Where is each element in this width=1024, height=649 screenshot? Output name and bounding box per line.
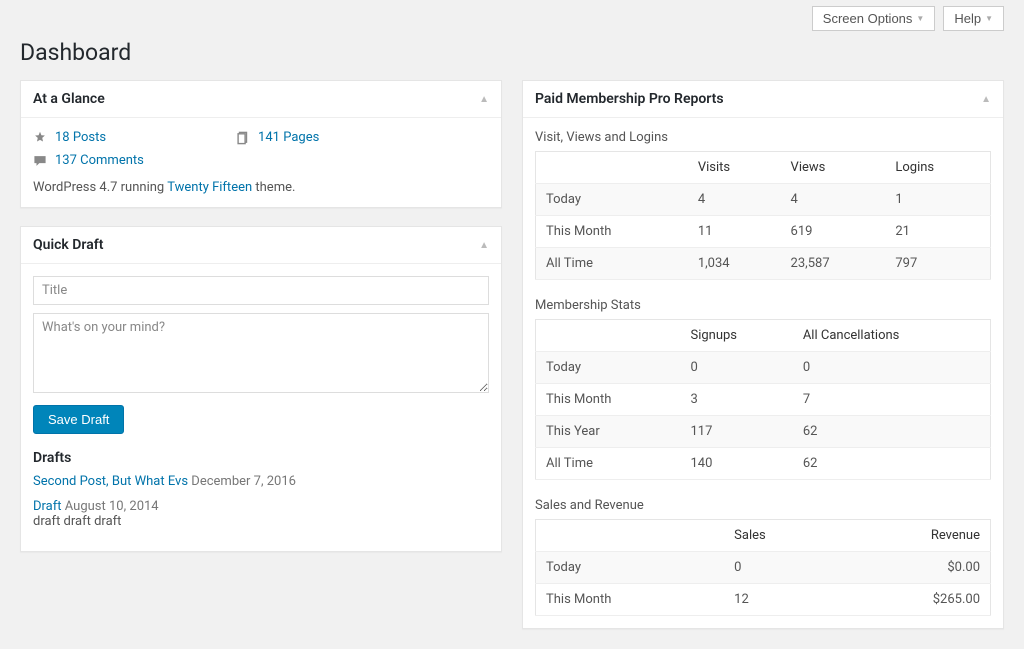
pmpro-title: Paid Membership Pro Reports <box>535 91 724 107</box>
membership-table: Signups All Cancellations Today00 This M… <box>535 319 991 480</box>
table-row: Today00 <box>536 352 991 384</box>
sales-section: Sales and Revenue Sales Revenue Today0$0… <box>535 498 991 616</box>
draft-link[interactable]: Second Post, But What Evs <box>33 474 188 489</box>
th-blank <box>536 320 681 352</box>
th-views: Views <box>781 152 886 184</box>
at-a-glance-header: At a Glance ▲ <box>21 81 501 118</box>
visits-heading: Visit, Views and Logins <box>535 130 991 145</box>
th-signups: Signups <box>680 320 792 352</box>
drafts-section: Drafts Second Post, But What Evs Decembe… <box>33 450 489 529</box>
th-logins: Logins <box>885 152 990 184</box>
membership-heading: Membership Stats <box>535 298 991 313</box>
quick-draft-title: Quick Draft <box>33 237 103 253</box>
collapse-toggle[interactable]: ▲ <box>479 94 489 105</box>
glance-row-2: 137 Comments <box>33 153 489 168</box>
right-column: Paid Membership Pro Reports ▲ Visit, Vie… <box>522 80 1004 629</box>
glance-posts: 18 Posts <box>33 130 106 145</box>
draft-item: Second Post, But What Evs December 7, 20… <box>33 474 489 489</box>
collapse-toggle[interactable]: ▲ <box>479 240 489 251</box>
screen-options-label: Screen Options <box>823 11 913 26</box>
version-suffix: theme. <box>252 180 295 195</box>
left-column: At a Glance ▲ 18 Posts 141 Pag <box>20 80 502 552</box>
th-cancellations: All Cancellations <box>793 320 991 352</box>
collapse-toggle[interactable]: ▲ <box>981 94 991 105</box>
pin-icon <box>33 131 47 145</box>
drafts-heading: Drafts <box>33 450 489 466</box>
save-draft-button[interactable]: Save Draft <box>33 405 124 434</box>
glance-comments: 137 Comments <box>33 153 144 168</box>
posts-link[interactable]: 18 Posts <box>55 130 106 145</box>
pmpro-header: Paid Membership Pro Reports ▲ <box>523 81 1003 118</box>
membership-section: Membership Stats Signups All Cancellatio… <box>535 298 991 480</box>
help-label: Help <box>954 11 981 26</box>
theme-link[interactable]: Twenty Fifteen <box>167 180 252 195</box>
th-blank <box>536 152 688 184</box>
table-row: Today441 <box>536 184 991 216</box>
draft-content-textarea[interactable] <box>33 313 489 393</box>
screen-options-button[interactable]: Screen Options ▼ <box>812 6 936 31</box>
glance-row-1: 18 Posts 141 Pages <box>33 130 489 145</box>
table-row: This Month37 <box>536 384 991 416</box>
table-row: All Time1,03423,587797 <box>536 248 991 280</box>
chevron-down-icon: ▼ <box>985 14 993 23</box>
th-sales: Sales <box>724 520 837 552</box>
draft-link[interactable]: Draft <box>33 499 62 514</box>
table-row: This Year11762 <box>536 416 991 448</box>
draft-item: Draft August 10, 2014 draft draft draft <box>33 499 489 529</box>
sales-heading: Sales and Revenue <box>535 498 991 513</box>
th-blank <box>536 520 725 552</box>
visits-table: Visits Views Logins Today441 This Month1… <box>535 151 991 280</box>
draft-date: December 7, 2016 <box>191 474 296 489</box>
at-a-glance-box: At a Glance ▲ 18 Posts 141 Pag <box>20 80 502 208</box>
table-row: Today0$0.00 <box>536 552 991 584</box>
chevron-down-icon: ▼ <box>916 14 924 23</box>
comment-icon <box>33 154 47 168</box>
comments-link[interactable]: 137 Comments <box>55 153 144 168</box>
pages-link[interactable]: 141 Pages <box>258 130 319 145</box>
sales-table: Sales Revenue Today0$0.00 This Month12$2… <box>535 519 991 616</box>
visits-section: Visit, Views and Logins Visits Views Log… <box>535 130 991 280</box>
pages-icon <box>236 131 250 145</box>
dashboard-columns: At a Glance ▲ 18 Posts 141 Pag <box>20 80 1004 629</box>
quick-draft-body: Save Draft Drafts Second Post, But What … <box>21 264 501 551</box>
draft-title-input[interactable] <box>33 276 489 305</box>
help-button[interactable]: Help ▼ <box>943 6 1004 31</box>
quick-draft-box: Quick Draft ▲ Save Draft Drafts Second P… <box>20 226 502 552</box>
at-a-glance-title: At a Glance <box>33 91 105 107</box>
version-prefix: WordPress 4.7 running <box>33 180 167 195</box>
wordpress-version: WordPress 4.7 running Twenty Fifteen the… <box>33 180 489 195</box>
th-visits: Visits <box>688 152 781 184</box>
quick-draft-header: Quick Draft ▲ <box>21 227 501 264</box>
page-title: Dashboard <box>20 39 1004 66</box>
at-a-glance-body: 18 Posts 141 Pages 137 Comments <box>21 118 501 207</box>
th-revenue: Revenue <box>837 520 990 552</box>
pmpro-body: Visit, Views and Logins Visits Views Log… <box>523 118 1003 628</box>
top-toolbar: Screen Options ▼ Help ▼ <box>20 0 1004 37</box>
glance-pages: 141 Pages <box>236 130 319 145</box>
table-row: All Time14062 <box>536 448 991 480</box>
pmpro-reports-box: Paid Membership Pro Reports ▲ Visit, Vie… <box>522 80 1004 629</box>
draft-date: August 10, 2014 <box>65 499 159 514</box>
draft-excerpt: draft draft draft <box>33 514 489 529</box>
table-row: This Month1161921 <box>536 216 991 248</box>
